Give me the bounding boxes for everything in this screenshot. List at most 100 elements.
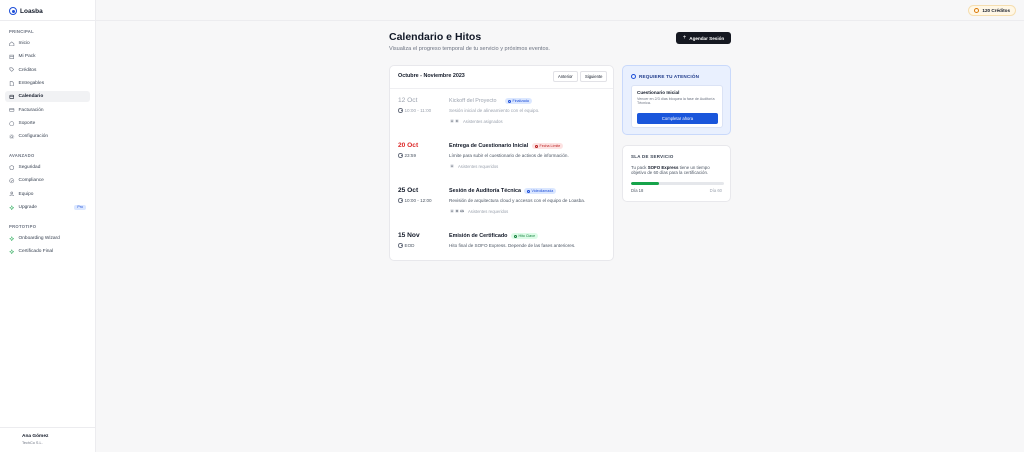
sidebar-item-certificado-final[interactable]: Certificado Final	[5, 246, 90, 257]
event-badge: Finalizada	[505, 98, 532, 104]
event-badge-label: Videollamada	[531, 189, 554, 193]
sidebar-item-label: Onboarding Wizard	[18, 236, 60, 241]
divider	[0, 427, 95, 428]
sidebar-item-label: Soporte	[18, 120, 36, 126]
event-date: 12 Oct	[398, 97, 418, 104]
clock-icon	[398, 198, 403, 203]
event-time-label: 10:00 - 11:00	[404, 108, 432, 113]
sidebar-item-seguridad[interactable]: Seguridad	[5, 162, 90, 173]
divider	[390, 88, 613, 89]
attention-heading-label: REQUIERE TU ATENCIÓN	[639, 74, 700, 79]
sla-left-label: Día 18	[631, 188, 644, 193]
file-icon	[9, 80, 15, 87]
sidebar-item-inicio[interactable]: Inicio	[5, 38, 90, 49]
sidebar-item-upgrade[interactable]: Upgrade Pro	[5, 202, 90, 213]
package-icon	[9, 54, 15, 60]
shield-icon	[9, 165, 15, 171]
sidebar-item-creditos[interactable]: Créditos	[5, 65, 90, 76]
attention-card: REQUIERE TU ATENCIÓN Cuestionario Inicia…	[622, 65, 731, 135]
timeline-range: Octubre - Noviembre 2023	[398, 73, 465, 79]
event-time: 10:00 - 12:00	[398, 198, 432, 203]
clock-icon	[398, 243, 403, 248]
sidebar-item-label: Calendario	[18, 94, 44, 100]
event-title: Entrega de Cuestionario Inicial	[449, 143, 529, 149]
badge-icon	[514, 234, 517, 238]
sidebar-item-label: Equipo	[18, 191, 34, 197]
event-date: 25 Oct	[398, 187, 419, 194]
page-title: Calendario e Hitos	[389, 31, 482, 43]
badge-icon	[508, 99, 511, 103]
event-date: 20 Oct	[398, 142, 419, 149]
badge-icon	[527, 189, 530, 193]
sidebar-item-calendario[interactable]: Calendario	[5, 91, 90, 103]
section-label-prototipo: PROTOTIPO	[9, 224, 37, 229]
event-title: Emisión de Certificado	[449, 233, 508, 239]
event-attendees[interactable]: A M AG Asistentes requeridos	[449, 208, 508, 214]
event-attendees[interactable]: A D Asistentes asignados	[449, 118, 503, 124]
section-label-principal: PRINCIPAL	[9, 29, 34, 34]
attention-item-desc: Vencer en 2/3 días bloquea la fase de Au…	[637, 97, 715, 106]
section-label-avanzado: AVANZADO	[9, 153, 35, 158]
next-button[interactable]: Siguiente	[580, 71, 608, 82]
check-icon	[9, 178, 15, 184]
sidebar-item-onboarding-wizard[interactable]: Onboarding Wizard	[5, 233, 90, 244]
timeline-card: Octubre - Noviembre 2023 Anterior Siguie…	[389, 65, 614, 261]
sidebar-item-entregables[interactable]: Entregables	[5, 78, 90, 89]
sidebar-item-equipo[interactable]: Equipo	[5, 189, 90, 200]
sidebar-item-soporte[interactable]: Soporte	[5, 118, 90, 129]
event-attendees[interactable]: A Asistentes requeridos	[449, 163, 498, 169]
sidebar-item-configuracion[interactable]: Configuración	[5, 131, 90, 142]
topbar-divider	[96, 20, 1024, 21]
event-badge: Fecha Límite	[532, 143, 564, 149]
sidebar-item-label: Mi Pack	[18, 54, 36, 60]
event-description: Hito final de SOFO Express. Depende de l…	[449, 243, 576, 248]
sidebar-item-label: Certificado Final	[18, 249, 54, 255]
avatar: A	[449, 163, 455, 169]
sla-card: SLA DE SERVICIO Tu pack SOFO Express tie…	[622, 145, 731, 202]
sidebar-item-mi-pack[interactable]: Mi Pack	[5, 51, 90, 62]
event-badge-label: Hito Clave	[518, 234, 536, 238]
event-time: 10:00 - 11:00	[398, 108, 431, 113]
credits-badge[interactable]: 120 Créditos	[968, 5, 1016, 16]
sla-right-label: Día 60	[709, 188, 722, 193]
event-description: Revisión de arquitectura cloud y accesos…	[449, 198, 586, 203]
sidebar: Loasba PRINCIPAL Inicio Mi Pack Créditos En…	[0, 0, 96, 452]
event-time-label: 10:00 - 12:00	[404, 198, 432, 203]
badge-icon	[535, 144, 538, 148]
sidebar-item-label: Upgrade	[18, 204, 37, 210]
coin-icon	[974, 8, 980, 13]
home-icon	[9, 41, 15, 47]
sla-progress-track	[631, 182, 724, 185]
attendees-label: Asistentes asignados	[463, 118, 503, 124]
sidebar-item-label: Inicio	[18, 41, 30, 46]
attention-heading: REQUIERE TU ATENCIÓN	[631, 74, 699, 79]
sparkle-icon	[9, 235, 15, 242]
sidebar-item-label: Facturación	[18, 107, 44, 113]
plus-icon: +	[682, 35, 687, 41]
attention-item-title: Cuestionario Inicial	[637, 90, 680, 95]
schedule-session-label: Agendar Sesión	[689, 35, 725, 41]
sla-text-pre: Tu pack	[631, 165, 648, 170]
sidebar-item-compliance[interactable]: Compliance	[5, 175, 90, 186]
credits-label: 120 Créditos	[982, 8, 1010, 13]
sidebar-item-label: Créditos	[18, 67, 37, 73]
sidebar-item-label: Compliance	[18, 178, 44, 184]
attendees-label: Asistentes requeridos	[458, 163, 499, 169]
event-description: Sesión inicial de alineamiento con el eq…	[449, 108, 540, 113]
complete-now-button[interactable]: Completar ahora	[637, 113, 718, 124]
card-icon	[9, 107, 15, 113]
sidebar-item-facturacion[interactable]: Facturación	[5, 105, 90, 116]
user-name[interactable]: Ana Gómez	[22, 434, 48, 439]
sla-progress-fill	[631, 182, 659, 185]
schedule-session-button[interactable]: + Agendar Sesión	[676, 32, 731, 44]
sparkle-icon	[9, 204, 15, 211]
brand[interactable]: Loasba	[9, 6, 43, 16]
prev-button[interactable]: Anterior	[553, 71, 578, 82]
clock-icon	[398, 153, 403, 158]
sla-heading: SLA DE SERVICIO	[631, 154, 674, 159]
sparkle-icon	[9, 249, 15, 255]
sidebar-item-label: Entregables	[18, 80, 45, 86]
avatar: D	[454, 118, 460, 124]
tag-icon	[9, 67, 15, 73]
pro-badge: Pro	[74, 204, 86, 210]
